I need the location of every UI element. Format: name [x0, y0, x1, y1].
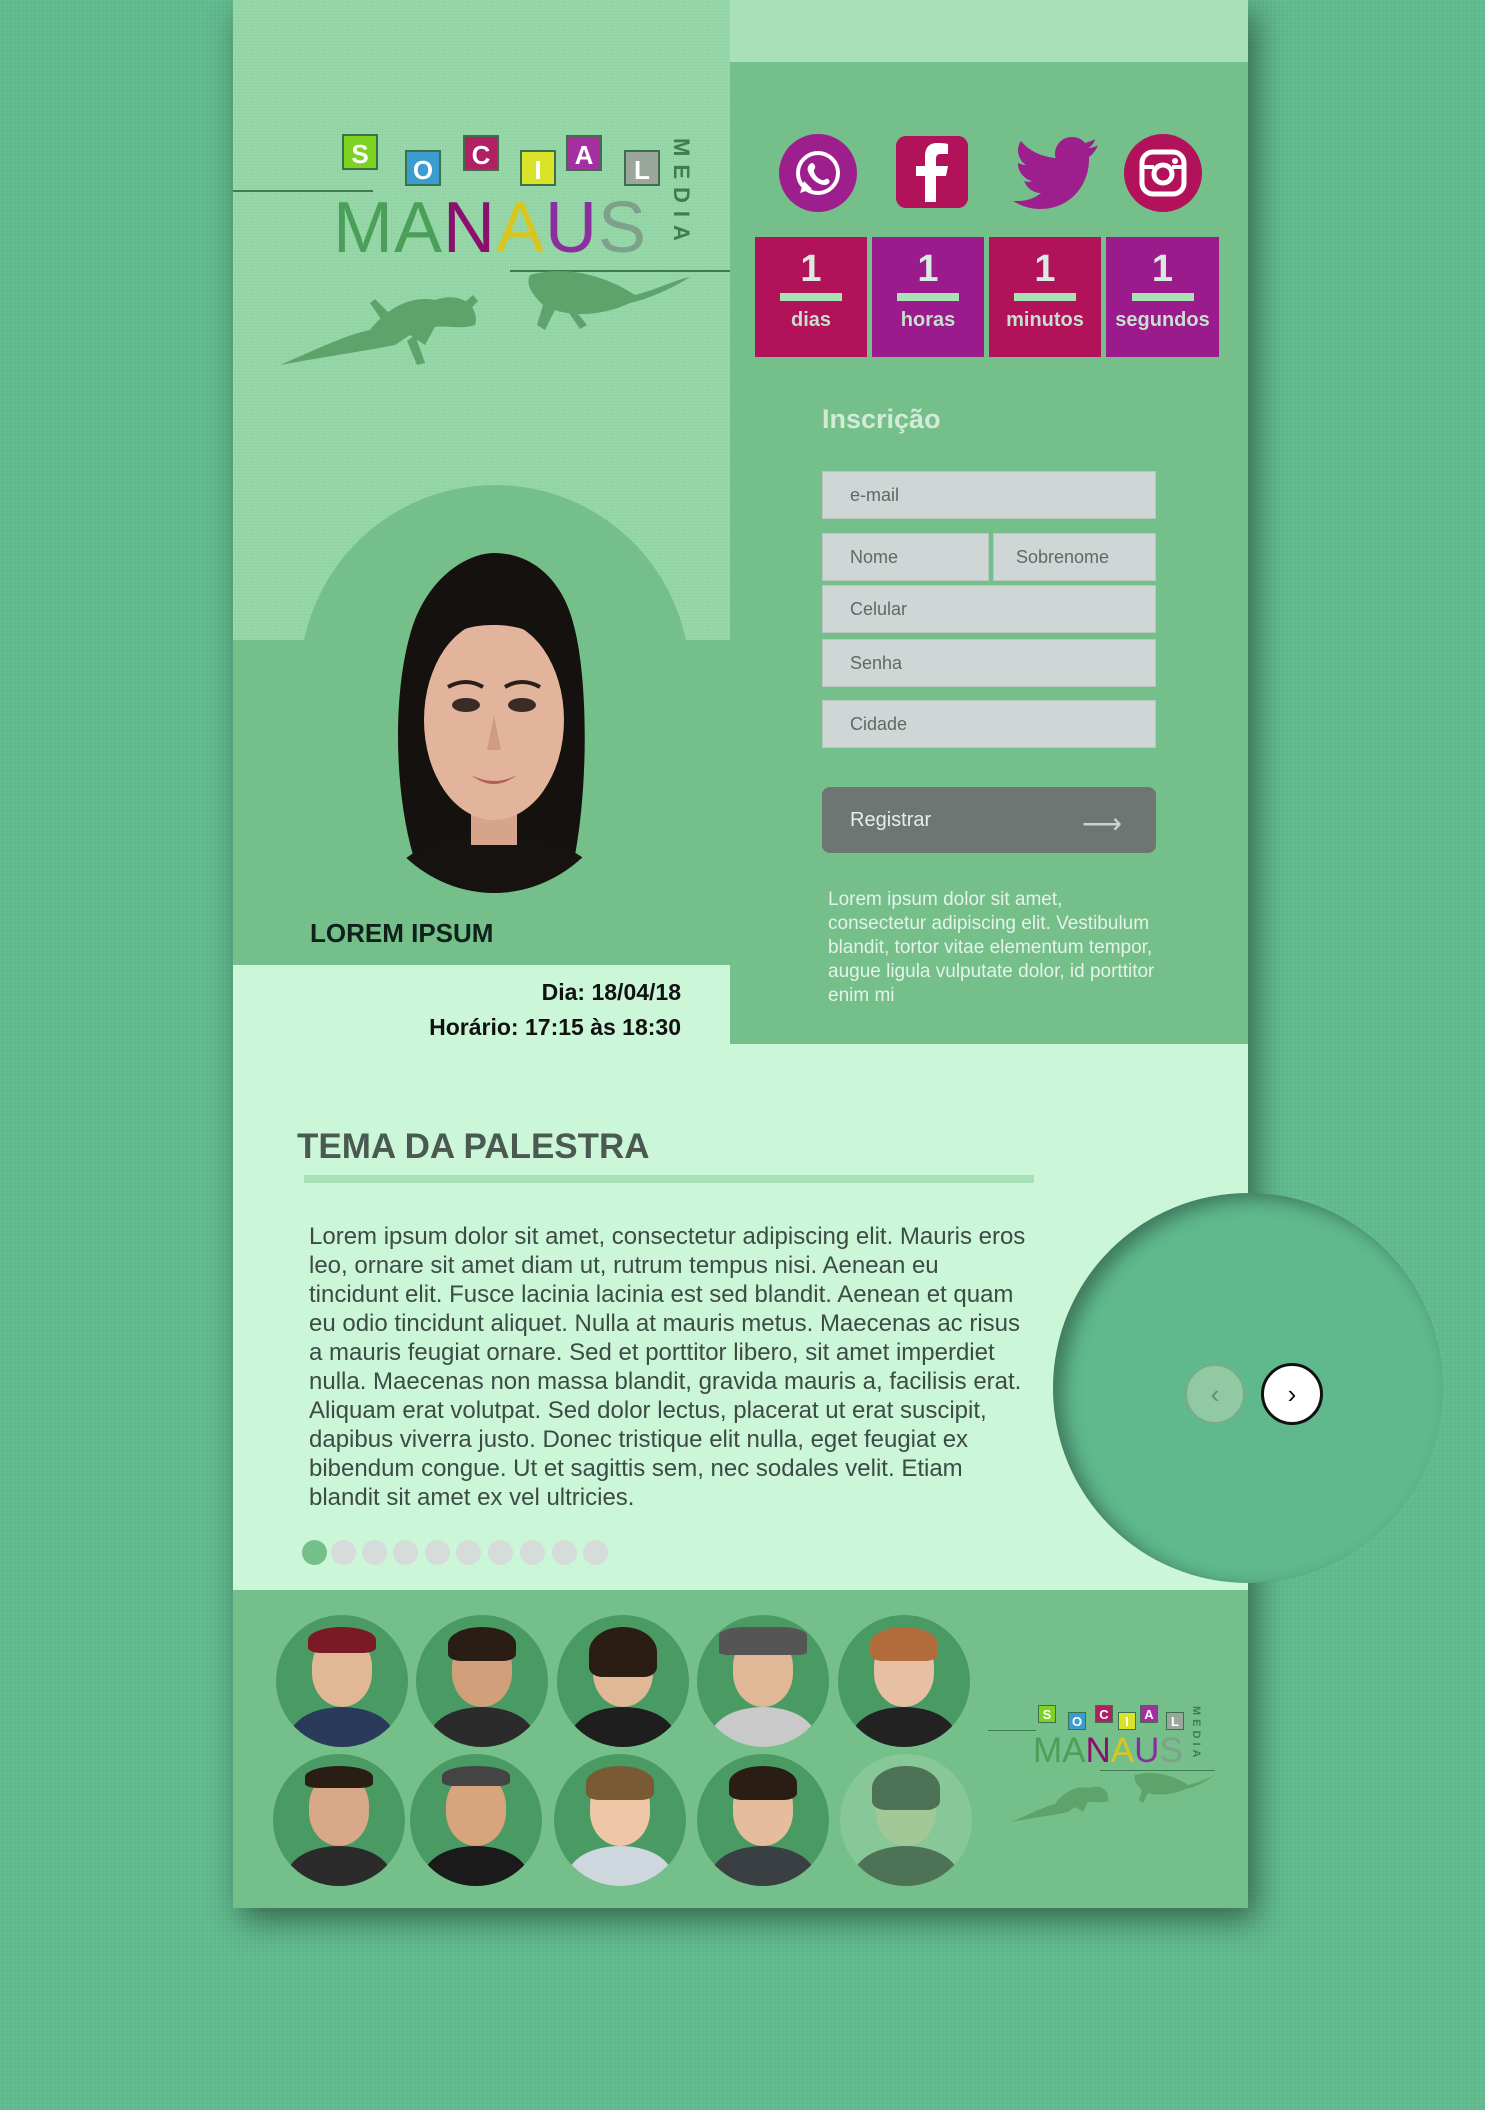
countdown-bar — [897, 293, 959, 301]
speaker-avatar[interactable] — [554, 1754, 686, 1886]
next-button[interactable]: › — [1261, 1363, 1323, 1425]
speaker-avatar[interactable] — [416, 1615, 548, 1747]
topic-underline — [304, 1175, 1034, 1183]
pagination-dot[interactable] — [583, 1540, 608, 1565]
pagination-dot[interactable] — [362, 1540, 387, 1565]
pagination-dot[interactable] — [331, 1540, 356, 1565]
speaker-avatar[interactable] — [557, 1615, 689, 1747]
logo-letter: O — [1068, 1712, 1086, 1730]
first-name-field[interactable]: Nome — [822, 533, 989, 581]
register-button-label: Registrar — [850, 808, 932, 831]
logo-letter: C — [463, 135, 499, 171]
logo-letter: I — [1118, 1712, 1136, 1730]
countdown-value: 1 — [1151, 248, 1174, 290]
countdown-value: 1 — [800, 248, 822, 290]
speaker-avatar[interactable] — [273, 1754, 405, 1886]
facebook-icon[interactable] — [896, 136, 968, 208]
speaker-avatar[interactable] — [410, 1754, 542, 1886]
countdown-bar — [780, 293, 842, 301]
footer-logo-media: MEDIA — [1190, 1706, 1202, 1762]
pagination-dot[interactable] — [520, 1540, 545, 1565]
logo-word: MANAUS — [333, 192, 647, 264]
phone-field[interactable]: Celular — [822, 585, 1156, 633]
form-title: Inscrição — [822, 404, 941, 434]
speaker-avatar[interactable] — [838, 1615, 970, 1747]
pagination-dot[interactable] — [456, 1540, 481, 1565]
speaker-avatar[interactable] — [697, 1615, 829, 1747]
event-time: Horário: 17:15 às 18:30 — [429, 1014, 681, 1040]
logo-line-left — [988, 1730, 1036, 1731]
logo-letter: S — [1038, 1705, 1056, 1723]
logo-letter: O — [405, 150, 441, 186]
pagination-dot[interactable] — [552, 1540, 577, 1565]
speaker-photo — [353, 535, 635, 893]
speaker-avatar[interactable] — [697, 1754, 829, 1886]
logo-letter: S — [342, 134, 378, 170]
logo-letter: C — [1095, 1705, 1113, 1723]
countdown-value: 1 — [917, 248, 939, 290]
arrow-right-icon: ⟶ — [1081, 808, 1122, 839]
pagination-dot-active[interactable] — [302, 1540, 327, 1565]
last-name-field[interactable]: Sobrenome — [993, 533, 1156, 581]
logo-letter: L — [624, 150, 660, 186]
twitter-icon[interactable] — [1010, 135, 1100, 218]
password-field[interactable]: Senha — [822, 639, 1156, 687]
countdown-days: 1 dias — [755, 237, 867, 357]
register-button[interactable]: Registrar ⟶ — [822, 787, 1156, 853]
topic-body: Lorem ipsum dolor sit amet, consectetur … — [309, 1223, 1026, 1511]
prev-button[interactable]: ‹ — [1185, 1364, 1245, 1424]
logo-letter: A — [1140, 1705, 1158, 1723]
logo-letter: I — [520, 150, 556, 186]
topic-cutout — [1053, 1193, 1443, 1583]
countdown-label: segundos — [1115, 309, 1210, 331]
chevron-left-icon: ‹ — [1210, 1378, 1220, 1409]
countdown-hours: 1 horas — [872, 237, 984, 357]
city-field[interactable]: Cidade — [822, 700, 1156, 748]
logo-media-text: MEDIA — [669, 138, 694, 249]
countdown-minutes: 1 minutos — [989, 237, 1101, 357]
countdown-seconds: 1 segundos — [1106, 237, 1219, 357]
email-field[interactable]: e-mail — [822, 471, 1156, 519]
whatsapp-icon[interactable] — [779, 134, 857, 212]
event-date: Dia: 18/04/18 — [541, 979, 681, 1005]
header-top-strip — [730, 0, 1248, 62]
topic-title: TEMA DA PALESTRA — [297, 1127, 650, 1166]
countdown-bar — [1131, 293, 1194, 301]
logo-letter: L — [1166, 1712, 1184, 1730]
countdown-label: minutos — [1006, 309, 1084, 331]
speaker-avatar[interactable] — [276, 1615, 408, 1747]
countdown-bar — [1014, 293, 1076, 301]
pagination-dot[interactable] — [393, 1540, 418, 1565]
chevron-right-icon: › — [1287, 1378, 1297, 1409]
pagination-dot[interactable] — [488, 1540, 513, 1565]
countdown-label: horas — [900, 309, 956, 331]
footer-logo-word: MANAUS — [1033, 1733, 1183, 1768]
registration-description: Lorem ipsum dolor sit amet, consectetur … — [828, 889, 1155, 1006]
speaker-name: LOREM IPSUM — [310, 918, 494, 948]
lizard-icon — [1011, 1773, 1213, 1822]
speaker-avatar-selected[interactable] — [840, 1754, 972, 1886]
countdown-value: 1 — [1034, 248, 1056, 290]
lizard-icon — [280, 271, 690, 365]
pagination-dot[interactable] — [425, 1540, 450, 1565]
instagram-icon[interactable] — [1124, 134, 1202, 212]
logo-letter: A — [566, 135, 602, 171]
countdown-label: dias — [790, 309, 832, 331]
